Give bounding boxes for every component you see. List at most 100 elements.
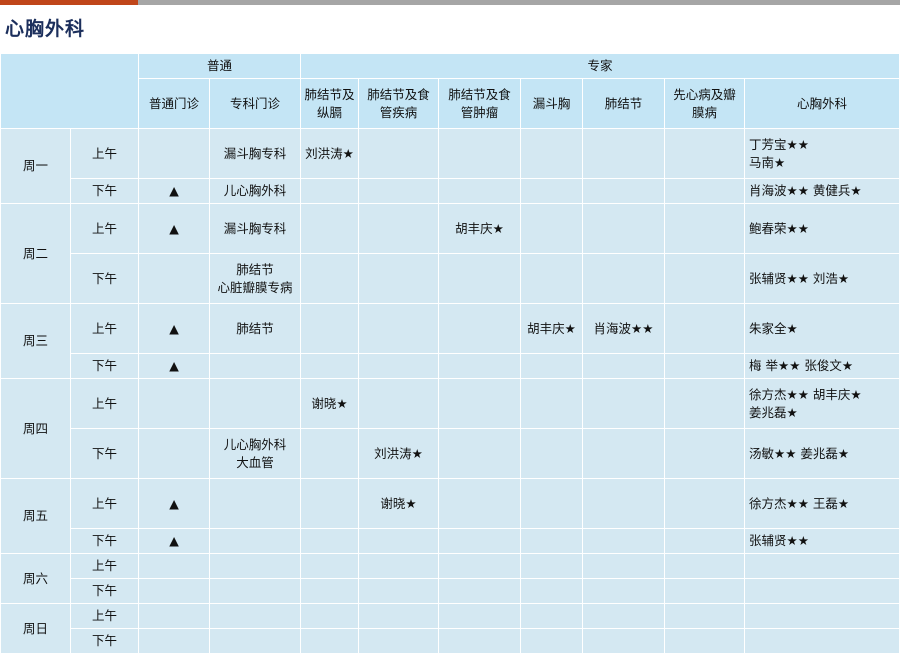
surgeon-cell: 徐方杰★★ 胡丰庆★ 姜兆磊★ bbox=[744, 378, 900, 429]
schedule-cell bbox=[520, 578, 584, 604]
general-clinic-cell bbox=[138, 128, 210, 179]
general-clinic-cell: ▲ bbox=[138, 478, 210, 529]
schedule-cell bbox=[438, 428, 522, 479]
day-label: 周二 bbox=[0, 203, 71, 304]
schedule-cell bbox=[520, 528, 584, 554]
surgeon-cell: 张辅贤★★ bbox=[744, 528, 900, 554]
schedule-cell bbox=[358, 553, 440, 579]
schedule-cell bbox=[520, 553, 584, 579]
schedule-cell bbox=[358, 628, 440, 654]
schedule-cell bbox=[300, 178, 360, 204]
schedule-cell bbox=[300, 603, 360, 629]
general-clinic-cell: ▲ bbox=[138, 178, 210, 204]
column-header: 肺结节 bbox=[582, 78, 666, 129]
schedule-cell bbox=[300, 528, 360, 554]
schedule-row: 周五 上午 ▲ 谢晓★ 徐方杰★★ 王磊★ bbox=[0, 478, 900, 554]
schedule-cell bbox=[438, 353, 522, 379]
day-label: 周四 bbox=[0, 378, 71, 479]
schedule-row: 周四 上午 谢晓★ 徐方杰★★ 胡丰庆★ 姜兆磊★ bbox=[0, 378, 900, 479]
schedule-cell bbox=[438, 478, 522, 529]
schedule-cell bbox=[438, 178, 522, 204]
schedule-cell bbox=[664, 478, 746, 529]
schedule-cell bbox=[582, 578, 666, 604]
surgeon-cell: 张辅贤★★ 刘浩★ bbox=[744, 253, 900, 304]
schedule-cell bbox=[664, 553, 746, 579]
surgeon-cell: 徐方杰★★ 王磊★ bbox=[744, 478, 900, 529]
schedule-cell bbox=[208, 528, 302, 554]
period-label: 下午 bbox=[70, 253, 139, 304]
schedule-cell bbox=[664, 303, 746, 354]
schedule-cell bbox=[664, 628, 746, 654]
schedule-cell bbox=[300, 353, 360, 379]
schedule-cell bbox=[520, 203, 584, 254]
schedule-cell: 谢晓★ bbox=[358, 478, 440, 529]
schedule-row: 周三 上午 ▲ 肺结节 胡丰庆★ 肖海波★★ 朱家全★ bbox=[0, 303, 900, 379]
schedule-cell bbox=[582, 378, 666, 429]
schedule-cell bbox=[300, 303, 360, 354]
period-label: 上午 bbox=[70, 128, 139, 179]
schedule-cell: 儿心胸外科 大血管 bbox=[208, 428, 302, 479]
schedule-cell bbox=[438, 378, 522, 429]
schedule-cell bbox=[438, 303, 522, 354]
surgeon-cell bbox=[744, 578, 900, 604]
schedule-cell bbox=[300, 478, 360, 529]
column-header: 肺结节及食 管疾病 bbox=[358, 78, 440, 129]
schedule-cell bbox=[208, 553, 302, 579]
schedule-cell bbox=[438, 578, 522, 604]
schedule-cell: 肺结节 心脏瓣膜专病 bbox=[208, 253, 302, 304]
general-clinic-cell: ▲ bbox=[138, 203, 210, 254]
schedule-cell bbox=[358, 353, 440, 379]
general-clinic-cell bbox=[138, 578, 210, 604]
schedule-cell bbox=[300, 578, 360, 604]
top-bar-accent bbox=[0, 0, 138, 5]
schedule-cell bbox=[300, 253, 360, 304]
schedule-cell bbox=[664, 353, 746, 379]
schedule-cell bbox=[300, 628, 360, 654]
surgeon-cell bbox=[744, 628, 900, 654]
schedule-cell bbox=[582, 428, 666, 479]
general-clinic-cell bbox=[138, 378, 210, 429]
column-header: 肺结节及食 管肿瘤 bbox=[438, 78, 522, 129]
schedule-cell bbox=[358, 378, 440, 429]
surgeon-cell: 梅 举★★ 张俊文★ bbox=[744, 353, 900, 379]
header-row-groups: 普通 专家 bbox=[0, 53, 900, 129]
schedule-row: 下午 ▲ 儿心胸外科 肖海波★★ 黄健兵★ bbox=[1, 178, 900, 204]
schedule-cell: 胡丰庆★ bbox=[520, 303, 584, 354]
schedule-cell bbox=[520, 628, 584, 654]
schedule-row: 周二 上午 ▲ 漏斗胸专科 胡丰庆★ 鲍春荣★★ bbox=[0, 203, 900, 304]
schedule-cell bbox=[520, 478, 584, 529]
schedule-cell bbox=[664, 603, 746, 629]
schedule-cell bbox=[438, 553, 522, 579]
schedule-cell bbox=[582, 478, 666, 529]
schedule-row: 周日 上午 bbox=[0, 603, 900, 654]
general-group-header: 普通 bbox=[137, 53, 302, 79]
general-clinic-cell bbox=[138, 428, 210, 479]
period-label: 上午 bbox=[70, 203, 139, 254]
schedule-cell bbox=[358, 578, 440, 604]
schedule-cell bbox=[208, 603, 302, 629]
schedule-cell bbox=[582, 128, 666, 179]
schedule-cell: 漏斗胸专科 bbox=[208, 203, 302, 254]
schedule-row: 周六 上午 bbox=[0, 553, 900, 604]
schedule-cell bbox=[664, 578, 746, 604]
schedule-cell: 肖海波★★ bbox=[582, 303, 666, 354]
general-clinic-cell bbox=[138, 628, 210, 654]
general-clinic-cell: ▲ bbox=[138, 353, 210, 379]
corner-header bbox=[0, 53, 139, 129]
period-label: 下午 bbox=[70, 178, 139, 204]
period-label: 上午 bbox=[70, 478, 139, 529]
schedule-cell bbox=[358, 528, 440, 554]
schedule-cell: 儿心胸外科 bbox=[208, 178, 302, 204]
period-label: 上午 bbox=[70, 553, 139, 579]
schedule-cell bbox=[438, 603, 522, 629]
period-label: 下午 bbox=[70, 353, 139, 379]
surgeon-cell: 肖海波★★ 黄健兵★ bbox=[744, 178, 900, 204]
schedule-cell bbox=[582, 178, 666, 204]
period-label: 下午 bbox=[70, 528, 139, 554]
schedule-cell bbox=[582, 528, 666, 554]
day-label: 周一 bbox=[0, 128, 71, 204]
schedule-cell bbox=[582, 353, 666, 379]
schedule-cell bbox=[664, 128, 746, 179]
column-header: 普通门诊 bbox=[138, 78, 210, 129]
schedule-cell bbox=[520, 428, 584, 479]
